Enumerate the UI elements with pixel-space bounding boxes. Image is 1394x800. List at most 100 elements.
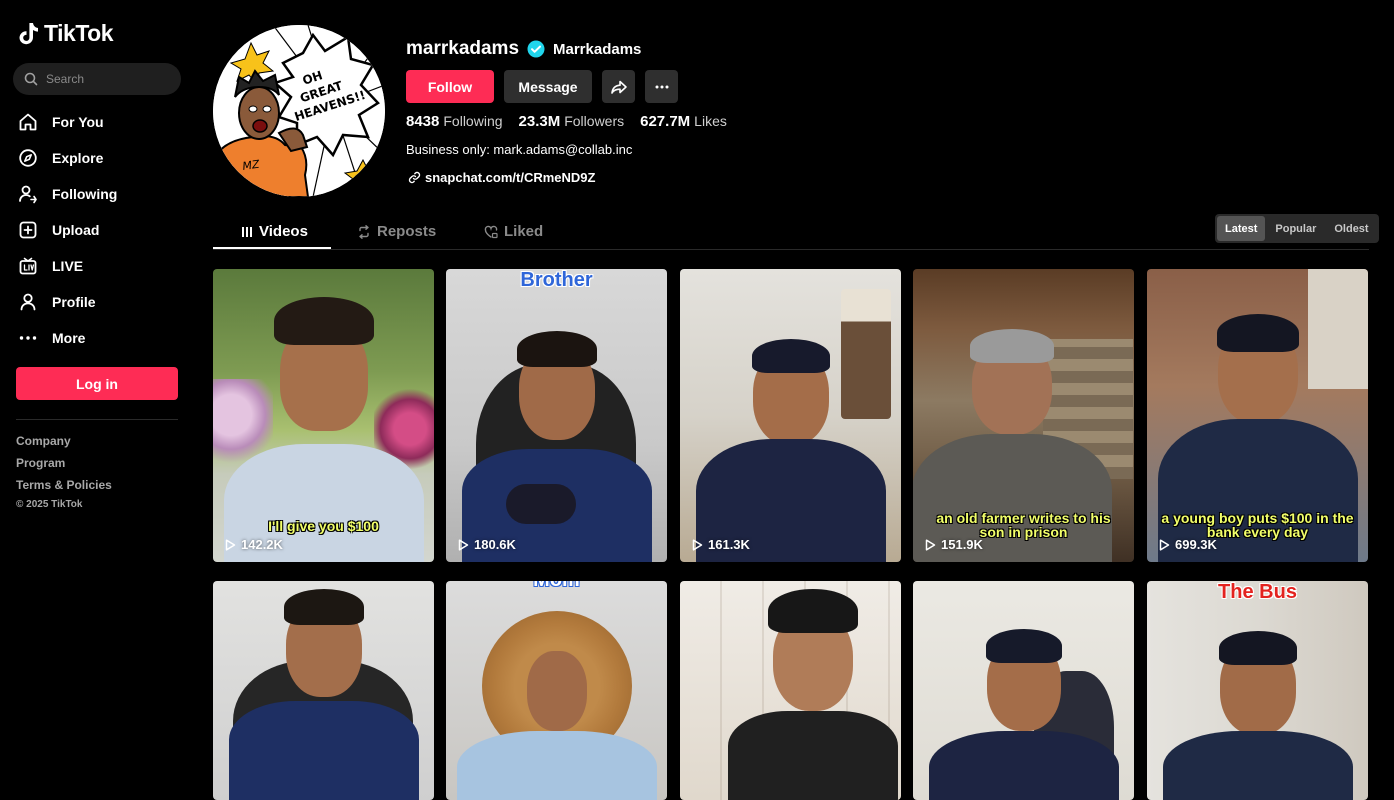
- video-card[interactable]: [680, 581, 901, 800]
- stat-followers[interactable]: 23.3M Followers: [519, 113, 625, 131]
- video-views-count: 699.3K: [1175, 537, 1217, 552]
- sidebar-item-upload[interactable]: Upload: [17, 212, 187, 248]
- sidebar-item-label: More: [52, 330, 86, 346]
- video-card[interactable]: I'll give you $100 142.2K: [213, 269, 434, 562]
- sidebar-nav: For You Explore Following Upload LIVE Pr…: [17, 104, 187, 356]
- video-card[interactable]: [213, 581, 434, 800]
- following-label: Following: [443, 113, 503, 129]
- video-views: 180.6K: [458, 537, 516, 552]
- sidebar-item-profile[interactable]: Profile: [17, 284, 187, 320]
- profile-stats: 8438 Following 23.3M Followers 627.7M Likes: [406, 113, 727, 131]
- search-box[interactable]: [13, 63, 181, 95]
- play-icon: [1159, 538, 1170, 551]
- sidebar-item-for-you[interactable]: For You: [17, 104, 187, 140]
- profile-tabs: Videos Reposts Liked: [213, 214, 1369, 250]
- link-icon: [408, 171, 421, 184]
- sidebar-item-label: Upload: [52, 222, 100, 238]
- followers-count: 23.3M: [518, 113, 561, 130]
- footer-link-program[interactable]: Program: [16, 455, 112, 477]
- profile-actions: Follow Message: [406, 70, 678, 103]
- video-card[interactable]: Mom: [446, 581, 667, 800]
- sort-oldest[interactable]: Oldest: [1326, 216, 1376, 241]
- sidebar-item-label: LIVE: [52, 258, 84, 274]
- profile-nickname: Marrkadams: [553, 41, 642, 58]
- more-options-button[interactable]: [645, 70, 678, 103]
- sort-popular[interactable]: Popular: [1267, 216, 1324, 241]
- video-card[interactable]: a young boy puts $100 in the bank every …: [1147, 269, 1368, 562]
- video-title-overlay: The Bus: [1218, 581, 1297, 603]
- video-views-count: 142.2K: [241, 537, 283, 552]
- video-card[interactable]: [913, 581, 1134, 800]
- video-views: 161.3K: [692, 537, 750, 552]
- message-button[interactable]: Message: [504, 70, 592, 103]
- play-icon: [925, 538, 936, 551]
- repost-icon: [359, 224, 369, 239]
- sidebar-item-following[interactable]: Following: [17, 176, 187, 212]
- sidebar-divider: [16, 419, 178, 420]
- sidebar: TikTok For You Explore Following: [0, 0, 196, 800]
- search-input[interactable]: [46, 72, 166, 86]
- sort-toggle: Latest Popular Oldest: [1215, 214, 1379, 243]
- sidebar-item-live[interactable]: LIVE: [17, 248, 187, 284]
- profile-avatar[interactable]: OHGREATHEAVENS!! MZ: [213, 25, 385, 197]
- sidebar-item-explore[interactable]: Explore: [17, 140, 187, 176]
- login-button[interactable]: Log in: [16, 367, 178, 400]
- video-views: 699.3K: [1159, 537, 1217, 552]
- user-follow-icon: [17, 184, 38, 205]
- compass-icon: [17, 148, 38, 169]
- sidebar-item-label: Profile: [52, 294, 96, 310]
- video-caption: a young boy puts $100 in the bank every …: [1161, 510, 1354, 540]
- stat-likes: 627.7M Likes: [640, 113, 727, 131]
- play-icon: [225, 538, 236, 551]
- video-views: 151.9K: [925, 537, 983, 552]
- active-tab-indicator: [213, 247, 331, 249]
- tab-label: Liked: [504, 223, 544, 240]
- video-views: 142.2K: [225, 537, 283, 552]
- tab-reposts[interactable]: Reposts: [357, 214, 436, 249]
- tiktok-wordmark: TikTok: [44, 20, 114, 46]
- sidebar-item-label: Following: [52, 186, 118, 202]
- play-icon: [458, 538, 469, 551]
- more-dots-icon: [655, 85, 668, 88]
- followers-label: Followers: [564, 113, 625, 129]
- tiktok-logo[interactable]: TikTok: [18, 20, 114, 47]
- footer-link-terms[interactable]: Terms & Policies: [16, 477, 112, 499]
- profile-username: marrkadams: [406, 38, 520, 59]
- profile-link[interactable]: snapchat.com/t/CRmeND9Z: [408, 170, 595, 185]
- video-title-overlay: Brother: [520, 269, 593, 291]
- share-button[interactable]: [602, 70, 635, 103]
- grid-icon: [242, 226, 252, 237]
- tab-label: Videos: [259, 223, 308, 240]
- tab-videos[interactable]: Videos: [241, 214, 308, 249]
- video-caption: an old farmer writes to his son in priso…: [936, 510, 1111, 540]
- following-count: 8438: [406, 113, 440, 130]
- tab-label: Reposts: [377, 223, 437, 240]
- video-caption: I'll give you $100: [268, 518, 379, 534]
- stat-following[interactable]: 8438 Following: [406, 113, 503, 131]
- plus-square-icon: [17, 220, 38, 241]
- video-views-count: 161.3K: [708, 537, 750, 552]
- live-tv-icon: [17, 256, 38, 277]
- sidebar-item-label: For You: [52, 114, 104, 130]
- more-dots-icon: [17, 328, 38, 349]
- sidebar-item-more[interactable]: More: [17, 320, 187, 356]
- copyright: © 2025 TikTok: [16, 499, 83, 510]
- play-icon: [692, 538, 703, 551]
- avatar-monogram: MZ: [242, 158, 261, 173]
- search-icon: [24, 72, 38, 86]
- likes-count: 627.7M: [640, 113, 691, 130]
- video-views-count: 180.6K: [474, 537, 516, 552]
- likes-label: Likes: [694, 113, 727, 129]
- home-icon: [17, 112, 38, 133]
- verified-badge-icon: [527, 40, 545, 58]
- video-card[interactable]: 161.3K: [680, 269, 901, 562]
- tab-liked[interactable]: Liked: [484, 214, 543, 249]
- sort-latest[interactable]: Latest: [1217, 216, 1266, 241]
- video-card[interactable]: The Bus: [1147, 581, 1368, 800]
- follow-button[interactable]: Follow: [406, 70, 494, 103]
- footer-link-company[interactable]: Company: [16, 433, 112, 455]
- video-card[interactable]: Brother 180.6K: [446, 269, 667, 562]
- video-card[interactable]: an old farmer writes to his son in priso…: [913, 269, 1134, 562]
- video-title-overlay: Mom: [446, 581, 667, 591]
- sidebar-item-label: Explore: [52, 150, 104, 166]
